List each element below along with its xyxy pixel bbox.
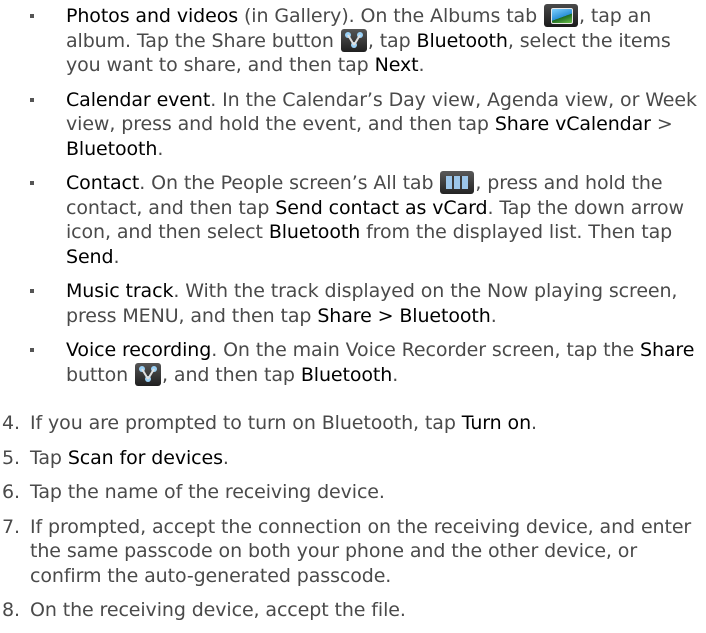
list-item-contact: Contact. On the People screen’s All tab … bbox=[30, 171, 700, 269]
bullet-marker bbox=[30, 348, 34, 352]
step-8: 8. On the receiving device, accept the fi… bbox=[2, 599, 406, 621]
item-heading: Photos and videos bbox=[66, 5, 239, 27]
bullet-marker bbox=[30, 289, 34, 293]
list-item-photos-videos: Photos and videos (in Gallery). On the A… bbox=[30, 4, 700, 78]
share-button-icon bbox=[340, 28, 367, 52]
item-heading: Contact bbox=[66, 172, 140, 194]
list-item-voice-recording: Voice recording. On the main Voice Recor… bbox=[30, 338, 700, 387]
item-heading: Voice recording bbox=[66, 339, 212, 361]
bullet-marker bbox=[30, 14, 34, 18]
step-5: 5. Tap Scan for devices. bbox=[2, 446, 229, 469]
list-item-calendar-event: Calendar event. In the Calendar’s Day vi… bbox=[30, 88, 700, 162]
step-7: 7. If prompted, accept the connection on … bbox=[2, 515, 692, 587]
share-methods-list: Photos and videos (in Gallery). On the A… bbox=[30, 4, 700, 397]
item-heading: Calendar event bbox=[66, 88, 211, 111]
numbered-steps: 4. If you are prompted to turn on Bluetoo… bbox=[2, 411, 702, 633]
manual-page: Photos and videos (in Gallery). On the A… bbox=[0, 0, 706, 621]
albums-tab-icon bbox=[543, 4, 578, 27]
step-6: 6. Tap the name of the receiving device. bbox=[2, 481, 385, 503]
step-number: 4. bbox=[2, 412, 20, 434]
step-number: 7. bbox=[2, 515, 20, 538]
people-all-tab-icon bbox=[440, 171, 475, 194]
item-heading: Music track bbox=[66, 280, 174, 302]
bullet-marker bbox=[30, 97, 34, 102]
bullet-marker bbox=[30, 181, 34, 185]
step-number: 5. bbox=[2, 446, 20, 469]
step-4: 4. If you are prompted to turn on Bluetoo… bbox=[2, 412, 537, 434]
step-number: 6. bbox=[2, 481, 20, 503]
list-item-music-track: Music track. With the track displayed on… bbox=[30, 279, 700, 328]
step-number: 8. bbox=[2, 599, 20, 621]
share-button-icon bbox=[135, 362, 162, 386]
